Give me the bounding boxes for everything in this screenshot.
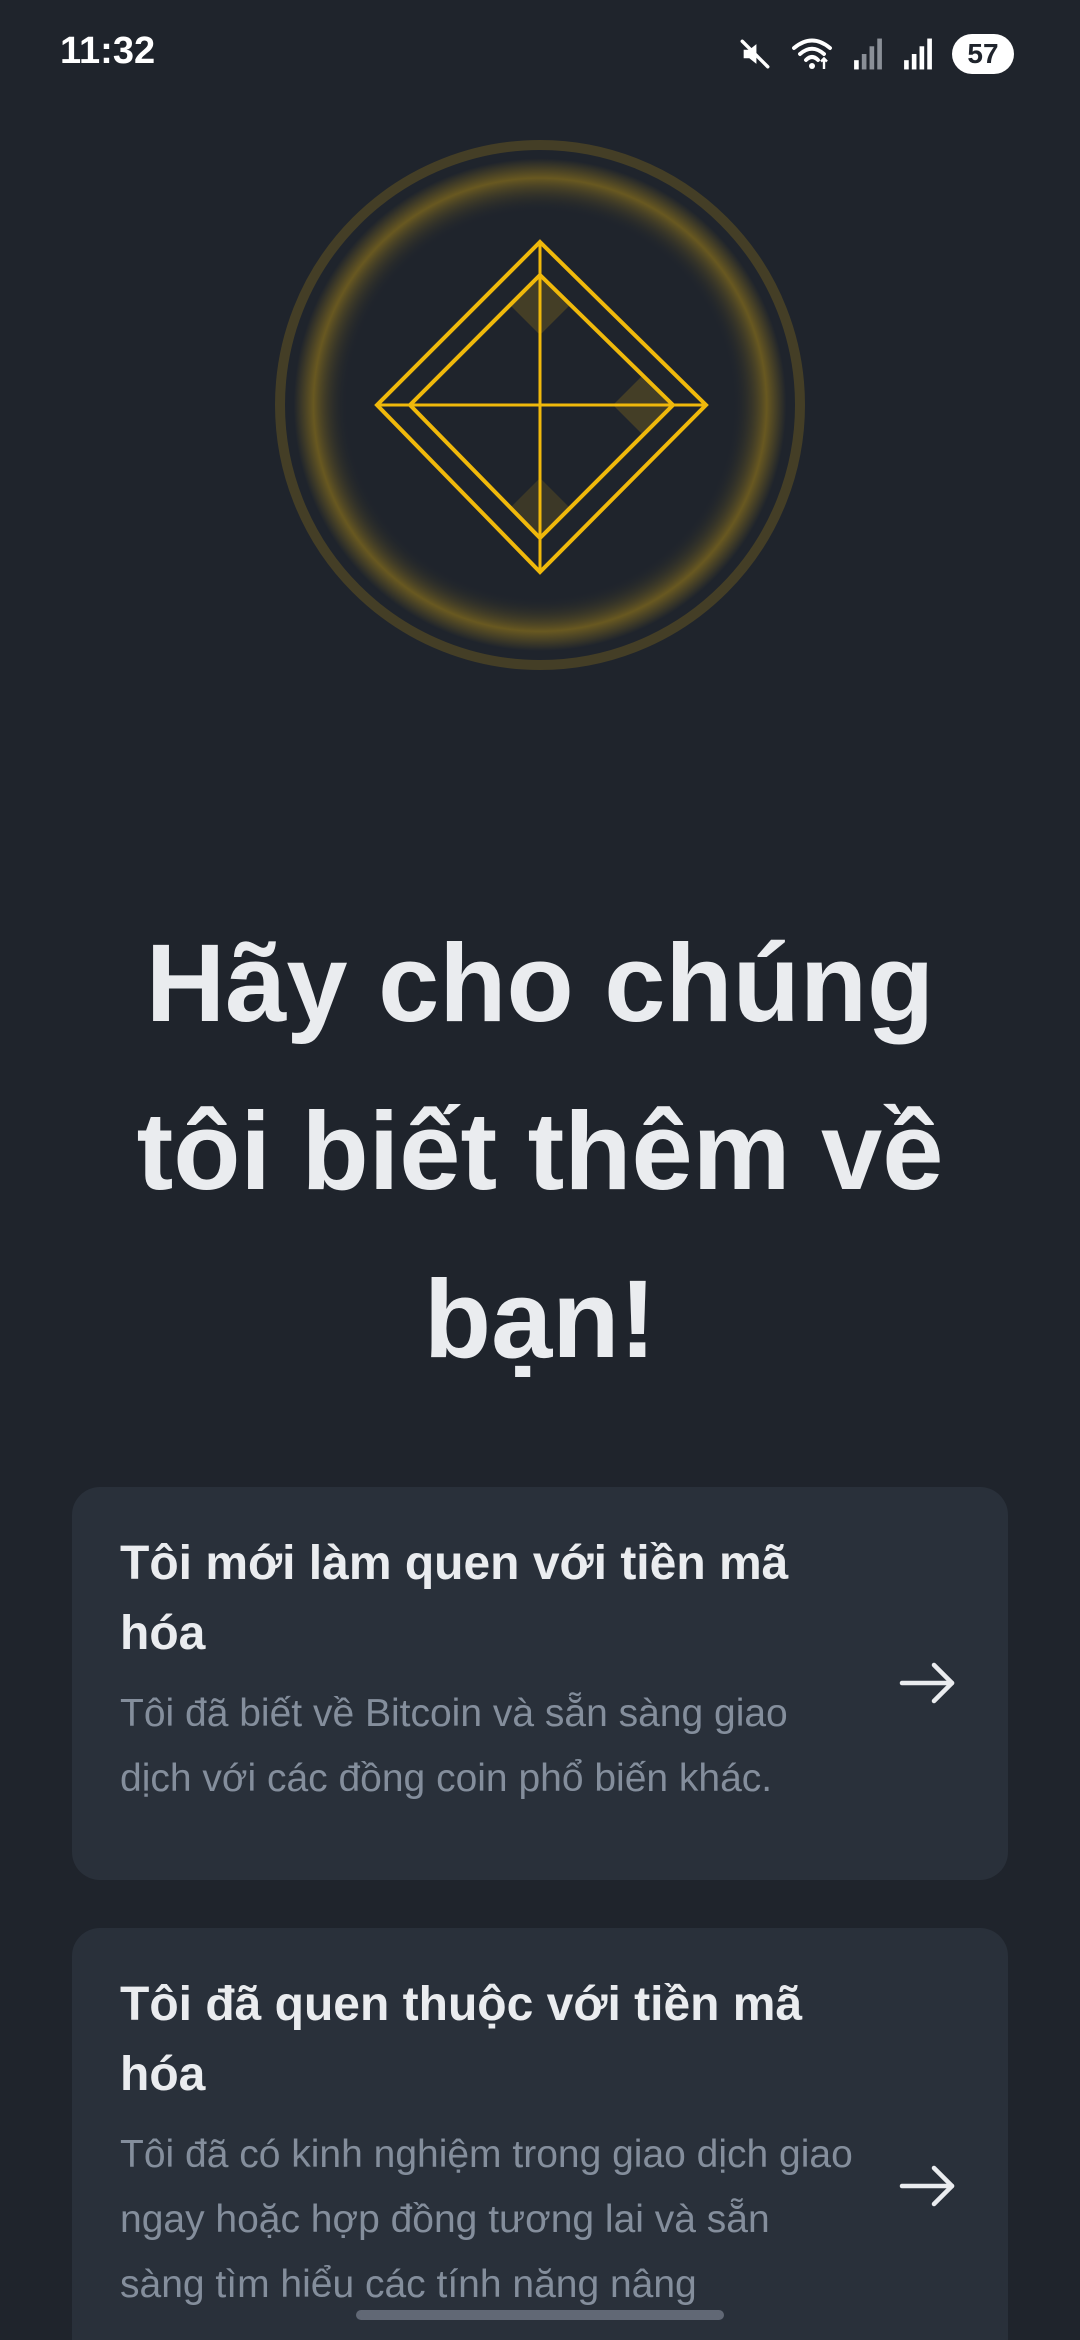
home-indicator[interactable] xyxy=(356,2310,724,2320)
screen: 11:32 57 Hãy cho chúng tôi biết thêm về … xyxy=(0,0,1080,2340)
mute-icon xyxy=(738,37,772,71)
diamond-icon xyxy=(270,135,810,675)
option-description: Tôi đã có kinh nghiệm trong giao dịch gi… xyxy=(120,2133,853,2306)
status-icons: 57 xyxy=(738,30,1014,78)
arrow-right-icon xyxy=(896,2154,960,2218)
option-title: Tôi mới làm quen với tiền mã hóa xyxy=(120,1537,789,1660)
option-card-new-to-crypto[interactable]: Tôi mới làm quen với tiền mã hóa Tôi đã … xyxy=(72,1487,1008,1880)
option-card-familiar-with-crypto[interactable]: Tôi đã quen thuộc với tiền mã hóa Tôi đã… xyxy=(72,1928,1008,2340)
signal-icon xyxy=(852,37,884,71)
page-title: Hãy cho chúng tôi biết thêm về bạn! xyxy=(136,922,944,1381)
arrow-right-icon xyxy=(896,1651,960,1715)
status-time: 11:32 xyxy=(60,30,156,72)
signal-icon xyxy=(902,37,934,71)
wifi-icon xyxy=(790,36,834,72)
option-description: Tôi đã biết về Bitcoin và sẵn sàng giao … xyxy=(120,1692,788,1800)
status-bar: 11:32 57 xyxy=(0,0,1080,110)
battery-indicator: 57 xyxy=(952,34,1014,74)
option-title: Tôi đã quen thuộc với tiền mã hóa xyxy=(120,1978,803,2101)
